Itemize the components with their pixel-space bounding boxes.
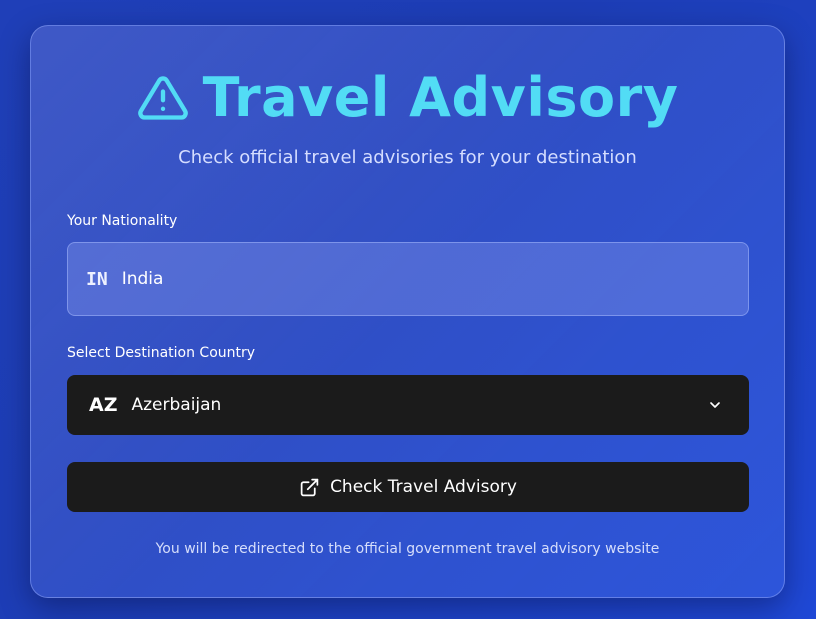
nationality-label: Your Nationality (67, 213, 178, 229)
nationality-code: IN (86, 268, 108, 290)
check-advisory-label: Check Travel Advisory (330, 477, 517, 497)
nationality-value: India (121, 269, 164, 289)
external-link-icon (299, 477, 320, 498)
nationality-field[interactable]: IN India (67, 242, 749, 316)
destination-value: Azerbaijan (131, 395, 222, 415)
page-title: Travel Advisory (202, 66, 679, 129)
destination-select[interactable]: AZ Azerbaijan (67, 375, 749, 435)
redirect-note: You will be redirected to the official g… (155, 541, 660, 557)
chevron-down-icon[interactable] (707, 397, 723, 413)
destination-label: Select Destination Country (67, 345, 256, 361)
advisory-card: Travel Advisory Check official travel ad… (30, 25, 785, 598)
warning-triangle-icon (137, 72, 189, 124)
check-advisory-button[interactable]: Check Travel Advisory (67, 462, 749, 512)
header: Travel Advisory (31, 66, 784, 129)
destination-code: AZ (89, 394, 118, 416)
page-subtitle: Check official travel advisories for you… (178, 147, 637, 168)
